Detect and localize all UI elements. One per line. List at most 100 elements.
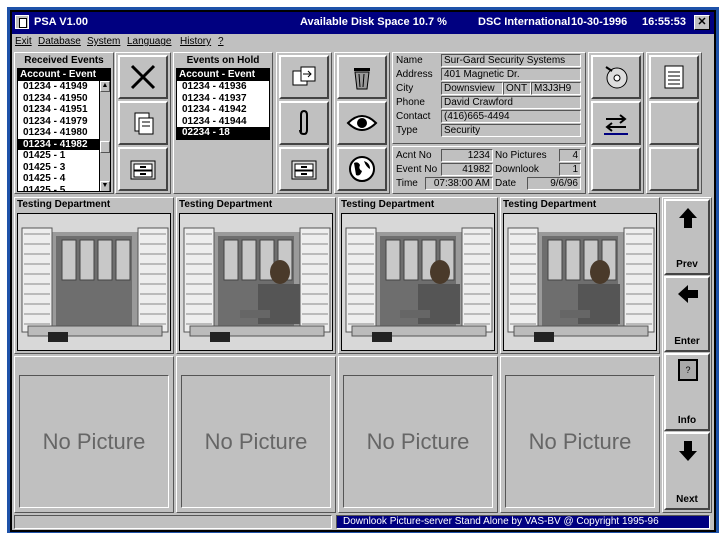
list-item[interactable]: 01234 - 41980 — [18, 127, 110, 139]
attach-button[interactable] — [279, 101, 329, 145]
cd-icon — [605, 66, 628, 89]
list-item[interactable]: 01425 - 4 — [18, 173, 110, 185]
paste-icon — [134, 112, 154, 135]
close-x-icon — [130, 64, 156, 90]
company-name: DSC International — [478, 16, 571, 28]
received-actions — [115, 52, 171, 194]
camera-image — [179, 213, 333, 351]
camera-title: Testing Department — [341, 199, 435, 210]
hold-archive-button[interactable] — [279, 147, 329, 191]
postal-field: M3J3H9 — [531, 82, 581, 95]
notes-button[interactable] — [649, 55, 699, 99]
app-icon — [15, 15, 29, 29]
list-item[interactable]: 01234 - 41937 — [177, 93, 269, 105]
arrow-up-icon — [679, 208, 697, 228]
cabinet-icon — [291, 160, 317, 180]
pictures-label: No Pictures — [495, 150, 547, 161]
cd-button[interactable] — [591, 55, 641, 99]
list-item[interactable]: 02234 - 18 — [177, 127, 269, 139]
list-item[interactable]: 01425 - 3 — [18, 162, 110, 174]
event-info-panel: Acnt No 1234 Event No 41982 Time 07:38:0… — [392, 146, 586, 194]
camera-view-1[interactable]: Testing Department — [14, 197, 174, 354]
info-label: Info — [677, 415, 697, 426]
list-item[interactable]: 01234 - 41942 — [177, 104, 269, 116]
scroll-thumb[interactable] — [100, 141, 110, 153]
info-glyph: ? — [678, 359, 698, 381]
list-item[interactable]: 01234 - 41982 — [18, 138, 110, 150]
menu-help[interactable]: ? — [218, 36, 224, 47]
transfer-arrows-button[interactable] — [591, 101, 641, 145]
time-field: 07:38:00 AM — [425, 177, 493, 190]
archive-button[interactable] — [118, 147, 168, 191]
list-item[interactable]: 01234 - 41949 — [18, 81, 110, 93]
info-button[interactable]: ? Info — [664, 353, 710, 431]
arrow-down-icon — [679, 441, 697, 461]
downlook-field: 1 — [559, 163, 581, 176]
event-no-field: 41982 — [441, 163, 493, 176]
disk-space: Available Disk Space 10.7 % — [300, 16, 447, 28]
list-item[interactable]: 01234 - 41979 — [18, 116, 110, 128]
camera-view-3[interactable]: Testing Department — [338, 197, 498, 354]
events-on-hold-panel: Events on Hold Account - Event 01234 - 4… — [173, 52, 273, 194]
received-events-list[interactable]: Account - Event 01234 - 41949 01234 - 419… — [17, 68, 111, 192]
delete-button[interactable] — [118, 55, 168, 99]
menu-database[interactable]: Database — [38, 36, 81, 47]
enter-button[interactable]: Enter — [664, 276, 710, 352]
app-window: PSA V1.00 Available Disk Space 10.7 % DS… — [10, 10, 716, 532]
account-info-panel: Name Sur-Gard Security Systems Address 4… — [392, 52, 586, 144]
picture-slot-7[interactable]: No Picture — [338, 356, 498, 513]
menu-system[interactable]: System — [87, 36, 120, 47]
list-item[interactable]: 01234 - 41944 — [177, 116, 269, 128]
app-title: PSA V1.00 — [34, 16, 89, 28]
camera-view-2[interactable]: Testing Department — [176, 197, 336, 354]
event-no-label: Event No — [396, 164, 438, 175]
events-on-hold-list[interactable]: Account - Event 01234 - 41936 01234 - 419… — [176, 68, 270, 140]
trash-button[interactable] — [337, 55, 387, 99]
paste-button[interactable] — [118, 101, 168, 145]
picture-slot-5[interactable]: No Picture — [14, 356, 174, 513]
picture-slot-8[interactable]: No Picture — [500, 356, 660, 513]
picture-slot-6[interactable]: No Picture — [176, 356, 336, 513]
scroll-up-button[interactable]: ▲ — [100, 81, 110, 92]
trash-icon — [354, 68, 370, 90]
province-field: ONT — [503, 82, 531, 95]
scrollbar[interactable]: ▲ ▼ — [99, 81, 110, 191]
empty-button-3[interactable] — [649, 147, 699, 191]
empty-button-2[interactable] — [649, 101, 699, 145]
prev-button[interactable]: Prev — [664, 199, 710, 275]
hold-actions — [276, 52, 332, 194]
scroll-down-button[interactable]: ▼ — [100, 181, 110, 191]
utility-actions — [588, 52, 644, 194]
received-events-title: Received Events — [24, 55, 104, 66]
notepad-icon — [664, 65, 684, 89]
list-item[interactable]: 01234 - 41951 — [18, 104, 110, 116]
view-button[interactable] — [337, 101, 387, 145]
status-right: Downlook Picture-server Stand Alone by V… — [336, 515, 710, 529]
close-button[interactable]: ✕ — [694, 15, 710, 30]
received-events-panel: Received Events Account - Event 01234 - … — [14, 52, 114, 194]
notes-actions — [646, 52, 702, 194]
transfer-button[interactable] — [279, 55, 329, 99]
date-field: 9/6/96 — [527, 177, 581, 190]
list-item[interactable]: 01425 - 1 — [18, 150, 110, 162]
list-item[interactable]: 01234 - 41936 — [177, 81, 269, 93]
camera-view-4[interactable]: Testing Department — [500, 197, 660, 354]
status-bar: Downlook Picture-server Stand Alone by V… — [14, 514, 712, 530]
menu-language[interactable]: Language — [127, 36, 172, 47]
list-header: Account - Event — [18, 69, 110, 81]
no-picture-text: No Picture — [343, 375, 493, 508]
world-button[interactable] — [337, 147, 387, 191]
menu-exit[interactable]: Exit — [15, 36, 32, 47]
menu-history[interactable]: History — [180, 36, 211, 47]
empty-button-1[interactable] — [591, 147, 641, 191]
phone-field: David Crawford — [441, 96, 581, 109]
list-item[interactable]: 01425 - 5 — [18, 185, 110, 192]
downlook-label: Downlook — [495, 164, 539, 175]
phone-label: Phone — [396, 97, 425, 108]
list-item[interactable]: 01234 - 41950 — [18, 93, 110, 105]
contact-label: Contact — [396, 111, 431, 122]
next-button[interactable]: Next — [664, 432, 710, 510]
current-time: 16:55:53 — [642, 16, 687, 28]
prev-label: Prev — [676, 259, 698, 270]
events-on-hold-title: Events on Hold — [186, 55, 260, 66]
